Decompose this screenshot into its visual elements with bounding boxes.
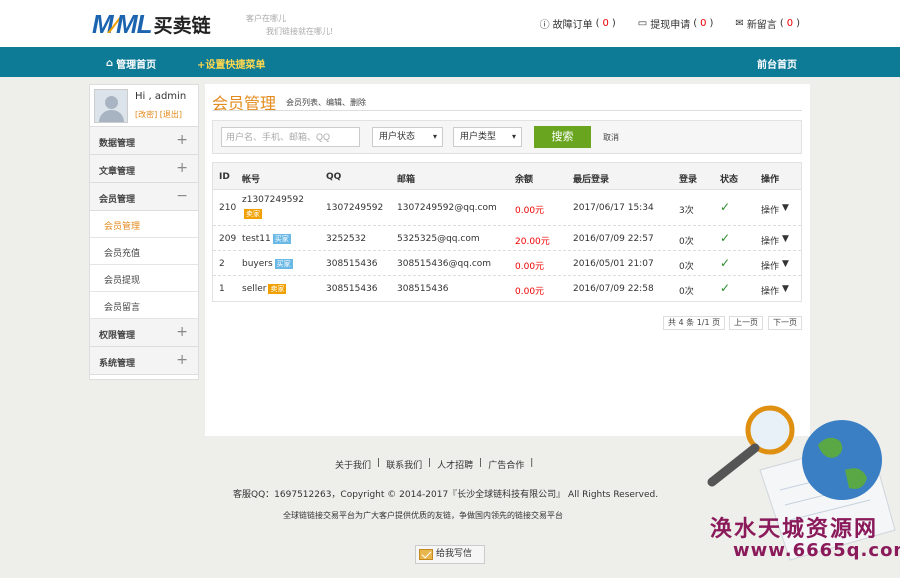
caret-down-icon: ▼ <box>782 234 789 244</box>
greeting: Hi , admin <box>135 91 187 102</box>
watermark-title: 涣水天城资源网 <box>710 516 879 542</box>
sidebar: Hi , admin [改密] [退出] 数据管理 + 文章管理 + 会员管理 … <box>89 84 199 380</box>
avatar <box>94 89 128 123</box>
logo-text: 买卖链 <box>153 15 211 37</box>
row-action-menu[interactable]: 操作 ▼ <box>761 203 789 216</box>
nav-front-home[interactable]: 前台首页 <box>757 56 797 71</box>
member-table: ID 帐号 QQ 邮箱 余额 最后登录 登录 状态 操作 210 z130724… <box>212 162 802 302</box>
row-action-menu[interactable]: 操作 ▼ <box>761 259 789 272</box>
logout-link[interactable]: [退出] <box>160 110 182 119</box>
plus-icon: + <box>176 352 188 368</box>
user-type-select[interactable]: 用户类型 ▾ <box>453 127 522 147</box>
plus-icon: + <box>176 160 188 176</box>
footer-links: 关于我们 | 联系我们 | 人才招聘 | 广告合作 | <box>335 458 534 471</box>
caret-down-icon: ▼ <box>782 284 789 294</box>
top-header: M⁄ML 买卖链 客户在哪儿 我们链接就在哪儿! ⓘ 故障订单 (0) ▭ 提现… <box>0 0 900 47</box>
table-row: 2 buyers 买家 308515436 308515436@qq.com 0.… <box>213 251 801 276</box>
status-check-icon: ✓ <box>720 231 731 245</box>
page-description: 会员列表、编辑、删除 <box>286 98 366 107</box>
footer-link-contact[interactable]: 联系我们 <box>386 458 422 471</box>
plus-icon: + <box>176 132 188 148</box>
sidebar-section-system[interactable]: 系统管理 + <box>90 347 198 375</box>
plus-icon: + <box>176 324 188 340</box>
seller-badge: 卖家 <box>268 284 287 294</box>
status-check-icon: ✓ <box>720 281 731 295</box>
buyer-badge: 买家 <box>274 259 293 269</box>
chat-icon: ✉ <box>735 18 744 29</box>
mail-icon <box>419 549 433 560</box>
row-action-menu[interactable]: 操作 ▼ <box>761 284 789 297</box>
sidebar-item-member-manage[interactable]: 会员管理 <box>90 211 198 238</box>
footer-slogan: 全球链链接交易平台为广大客户提供优质的友链，争做国内领先的链接交易平台 <box>283 511 563 520</box>
search-button[interactable]: 搜索 <box>534 126 591 148</box>
new-messages-count: 0 <box>786 18 794 29</box>
withdraw-requests-link[interactable]: ▭ 提现申请 (0) <box>638 16 714 31</box>
footer-link-about[interactable]: 关于我们 <box>335 458 371 471</box>
top-links: ⓘ 故障订单 (0) ▭ 提现申请 (0) ✉ 新留言 (0) <box>540 16 800 31</box>
footer-link-ads[interactable]: 广告合作 <box>488 458 524 471</box>
status-check-icon: ✓ <box>720 256 731 270</box>
sidebar-item-member-messages[interactable]: 会员留言 <box>90 292 198 319</box>
logo-mark: M⁄ML <box>92 9 153 39</box>
search-bar: 用户状态 ▾ 用户类型 ▾ 搜索 取消 <box>212 120 802 154</box>
caret-down-icon: ▼ <box>782 203 789 213</box>
sidebar-section-data[interactable]: 数据管理 + <box>90 127 198 155</box>
user-links: [改密] [退出] <box>135 109 182 120</box>
row-action-menu[interactable]: 操作 ▼ <box>761 234 789 247</box>
info-icon: ⓘ <box>539 20 550 31</box>
main-nav: ⌂ 管理首页 +设置快捷菜单 前台首页 <box>0 47 900 77</box>
watermark-url: www.6665q.com <box>733 540 900 561</box>
main-panel: 会员管理 会员列表、编辑、删除 用户状态 ▾ 用户类型 ▾ 搜索 取消 ID 帐… <box>205 84 810 436</box>
footer-link-jobs[interactable]: 人才招聘 <box>437 458 473 471</box>
table-header: ID 帐号 QQ 邮箱 余额 最后登录 登录 状态 操作 <box>213 163 801 190</box>
buyer-badge: 买家 <box>272 234 291 244</box>
next-page-button[interactable]: 下一页 <box>768 316 802 330</box>
logo[interactable]: M⁄ML 买卖链 <box>92 9 211 40</box>
seller-badge: 卖家 <box>244 209 262 219</box>
minus-icon: − <box>176 188 188 204</box>
card-icon: ▭ <box>637 18 648 29</box>
sidebar-section-articles[interactable]: 文章管理 + <box>90 155 198 183</box>
status-check-icon: ✓ <box>720 200 731 214</box>
fault-orders-link[interactable]: ⓘ 故障订单 (0) <box>540 16 616 31</box>
cancel-link[interactable]: 取消 <box>603 132 619 143</box>
new-messages-link[interactable]: ✉ 新留言 (0) <box>735 16 800 31</box>
sidebar-section-permissions[interactable]: 权限管理 + <box>90 319 198 347</box>
nav-quick-menu[interactable]: +设置快捷菜单 <box>197 56 265 71</box>
dropdown-arrow-icon: ▾ <box>432 132 437 141</box>
sidebar-item-member-withdraw[interactable]: 会员提现 <box>90 265 198 292</box>
fault-orders-count: 0 <box>602 18 609 29</box>
copyright: 客服QQ：1697512263，Copyright © 2014-2017『长沙… <box>233 490 659 500</box>
home-icon: ⌂ <box>106 58 114 69</box>
withdraw-requests-count: 0 <box>700 18 707 29</box>
sidebar-section-members[interactable]: 会员管理 − <box>90 183 198 211</box>
dropdown-arrow-icon: ▾ <box>511 132 516 141</box>
table-row: 1 seller 卖家 308515436 308515436 0.00元 201… <box>219 281 789 297</box>
pager-summary: 共 4 条 1/1 页 <box>663 316 726 330</box>
search-input[interactable] <box>221 127 360 147</box>
change-password-link[interactable]: [改密] <box>135 110 157 119</box>
table-row: 209 test11 买家 3252532 5325325@qq.com 20.0… <box>213 226 801 251</box>
divider <box>212 110 802 111</box>
caret-down-icon: ▼ <box>782 259 789 269</box>
user-status-select[interactable]: 用户状态 ▾ <box>372 127 443 147</box>
table-row: 210 z1307249592 卖家 1307249592 1307249592… <box>213 190 801 226</box>
nav-admin-home[interactable]: ⌂ 管理首页 <box>106 56 156 71</box>
write-to-us-button[interactable]: 给我写信 <box>415 545 485 564</box>
slogan: 客户在哪儿 我们链接就在哪儿! <box>246 14 334 36</box>
sidebar-item-member-recharge[interactable]: 会员充值 <box>90 238 198 265</box>
user-box: Hi , admin [改密] [退出] <box>90 85 198 127</box>
prev-page-button[interactable]: 上一页 <box>729 316 763 330</box>
